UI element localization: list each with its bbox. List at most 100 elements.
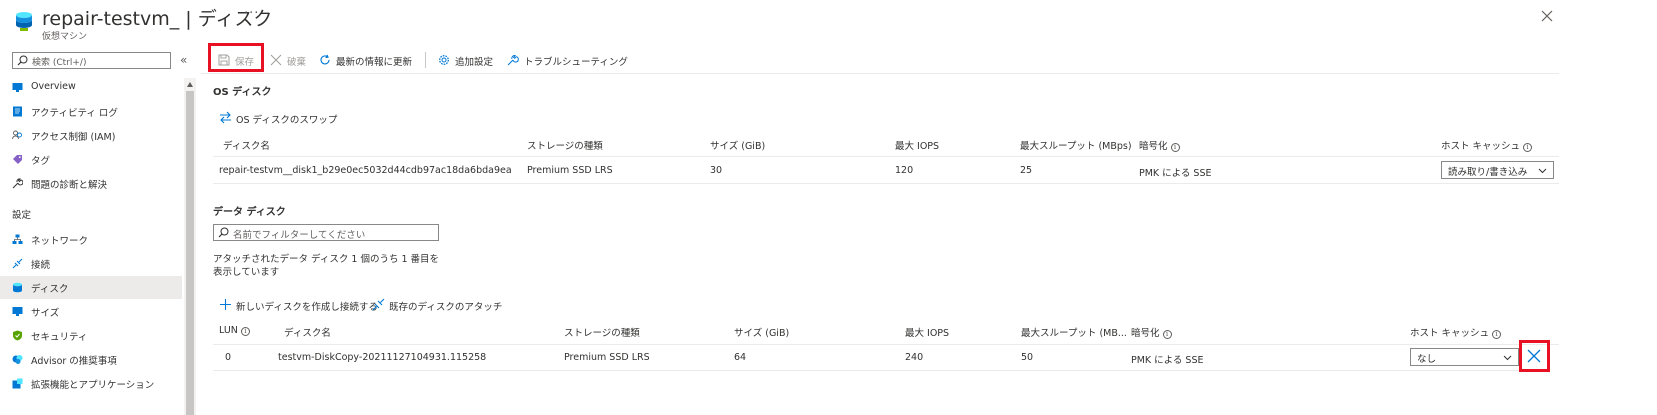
virtual-machine-icon: [14, 10, 34, 32]
data-disk-storage: Premium SSD LRS: [564, 352, 650, 363]
data-col-encryption: 暗号化 i: [1131, 325, 1172, 339]
os-col-host-cache: ホスト キャッシュ i: [1441, 138, 1533, 152]
sidebar-scrollbar[interactable]: [184, 78, 196, 415]
table-divider: [213, 370, 1519, 371]
close-icon: [270, 54, 282, 66]
data-disk-count-text: アタッチされたデータ ディスク 1 個のうち 1 番目を表示しています: [213, 254, 440, 278]
os-host-cache-value: 読み取り/書き込み: [1448, 167, 1528, 178]
data-host-cache-select[interactable]: なし: [1410, 348, 1519, 366]
sidebar-item-activity-log[interactable]: アクティビティ ログ: [0, 100, 182, 123]
os-col-encryption: 暗号化 i: [1139, 138, 1180, 152]
sidebar-item-disks[interactable]: ディスク: [0, 276, 182, 299]
data-disk-lun: 0: [225, 352, 232, 363]
data-disk-title: データ ディスク: [213, 207, 286, 218]
save-highlight-box: [208, 43, 264, 72]
info-icon[interactable]: i: [240, 327, 250, 336]
info-icon[interactable]: i: [1170, 143, 1180, 152]
attach-icon: [372, 298, 385, 311]
sidebar-item-tags[interactable]: タグ: [0, 148, 182, 171]
os-col-disk-name: ディスク名: [223, 141, 270, 152]
swap-icon: [219, 111, 232, 124]
refresh-label: 最新の情報に更新: [336, 57, 413, 68]
os-disk-throughput: 25: [1020, 165, 1033, 176]
scroll-up-arrow-icon[interactable]: [187, 82, 193, 87]
create-attach-label: 新しいディスクを作成し接続する: [236, 302, 378, 313]
sidebar-item-network[interactable]: ネットワーク: [0, 228, 182, 251]
sidebar-item-label: 問題の診断と解決: [31, 180, 108, 191]
sidebar-item-label: Overview: [31, 81, 76, 92]
sidebar-item-size[interactable]: サイズ: [0, 300, 182, 323]
chevron-down-icon: [1538, 166, 1547, 175]
sidebar-item-label: 拡張機能とアプリケーション: [31, 380, 155, 391]
activity-log-icon: [12, 106, 23, 117]
sidebar-item-label: サイズ: [31, 308, 60, 319]
os-disk-iops: 120: [895, 165, 914, 176]
os-disk-name-link[interactable]: repair-testvm__disk1_b29e0ec5032d44cdb97…: [219, 165, 512, 176]
detach-disk-button[interactable]: [1527, 349, 1541, 363]
wrench-icon: [507, 54, 519, 66]
refresh-icon: [319, 54, 331, 66]
sidebar-item-connect[interactable]: 接続: [0, 252, 182, 275]
toolbar-divider-line: [201, 73, 1559, 74]
sidebar-item-label: アクセス制御 (IAM): [31, 132, 116, 143]
data-col-storage-type: ストレージの種類: [564, 328, 640, 339]
table-divider: [213, 183, 1559, 184]
search-placeholder: 検索 (Ctrl+/): [32, 58, 87, 68]
data-host-cache-value: なし: [1417, 354, 1437, 365]
os-disk-encryption: PMK による SSE: [1139, 168, 1212, 179]
tag-icon: [12, 154, 23, 165]
os-col-max-throughput: 最大スループット (MBps): [1020, 141, 1132, 152]
extension-icon: [12, 378, 23, 389]
os-host-cache-select[interactable]: 読み取り/書き込み: [1441, 161, 1554, 179]
sidebar-item-advisor[interactable]: Advisor の推奨事項: [0, 348, 182, 371]
advisor-icon: [12, 354, 23, 365]
sidebar-item-label: ディスク: [31, 284, 69, 295]
info-icon[interactable]: i: [1162, 330, 1172, 339]
data-disk-name-link[interactable]: testvm-DiskCopy-20211127104931.115258: [278, 352, 486, 363]
people-icon: [12, 130, 23, 141]
close-icon[interactable]: [1540, 9, 1554, 23]
sidebar-item-label: ネットワーク: [31, 236, 89, 247]
sidebar-item-security[interactable]: セキュリティ: [0, 324, 182, 347]
shield-icon: [12, 330, 23, 341]
filter-placeholder: 名前でフィルターしてください: [233, 230, 366, 241]
scrollbar-thumb[interactable]: [186, 91, 194, 415]
swap-os-disk-label: OS ディスクのスワップ: [236, 115, 338, 126]
disk-icon: [12, 282, 23, 293]
troubleshoot-label: トラブルシューティング: [524, 57, 628, 68]
collapse-sidebar-button[interactable]: «: [180, 53, 187, 67]
plus-icon: [219, 298, 232, 311]
data-disk-throughput: 50: [1021, 352, 1034, 363]
monitor-icon: [12, 82, 23, 93]
info-icon[interactable]: i: [1492, 330, 1502, 339]
os-col-size: サイズ (GiB): [710, 141, 766, 152]
chevron-down-icon: [1503, 353, 1512, 362]
sidebar-item-extensions[interactable]: 拡張機能とアプリケーション: [0, 372, 182, 395]
sidebar-item-overview[interactable]: Overview: [0, 76, 182, 99]
data-disk-filter-input[interactable]: 名前でフィルターしてください: [213, 224, 439, 241]
search-icon: [218, 227, 229, 238]
data-col-host-cache: ホスト キャッシュ i: [1410, 325, 1502, 339]
data-disk-size: 64: [734, 352, 747, 363]
sidebar-search-input[interactable]: 検索 (Ctrl+/): [12, 52, 171, 69]
connect-icon: [12, 258, 23, 269]
os-disk-title: OS ディスク: [213, 87, 272, 98]
additional-settings-label: 追加設定: [455, 57, 494, 68]
wrench-icon: [12, 178, 24, 189]
search-icon: [17, 55, 28, 66]
os-disk-size: 30: [710, 165, 723, 176]
gear-icon: [438, 54, 450, 66]
sidebar-section-settings: 設定: [12, 210, 32, 221]
close-icon: [1527, 349, 1541, 363]
more-options-button[interactable]: ···: [244, 6, 259, 21]
info-icon[interactable]: i: [1523, 143, 1533, 152]
data-col-lun: LUN i: [219, 325, 250, 336]
table-divider: [213, 344, 1559, 345]
page-subtitle: 仮想マシン: [42, 32, 88, 42]
monitor-icon: [12, 306, 23, 317]
table-divider: [213, 156, 1559, 157]
sidebar-item-iam[interactable]: アクセス制御 (IAM): [0, 124, 182, 147]
toolbar-divider: [425, 52, 426, 68]
sidebar-item-diagnose[interactable]: 問題の診断と解決: [0, 172, 182, 195]
attach-existing-label: 既存のディスクのアタッチ: [389, 302, 503, 313]
